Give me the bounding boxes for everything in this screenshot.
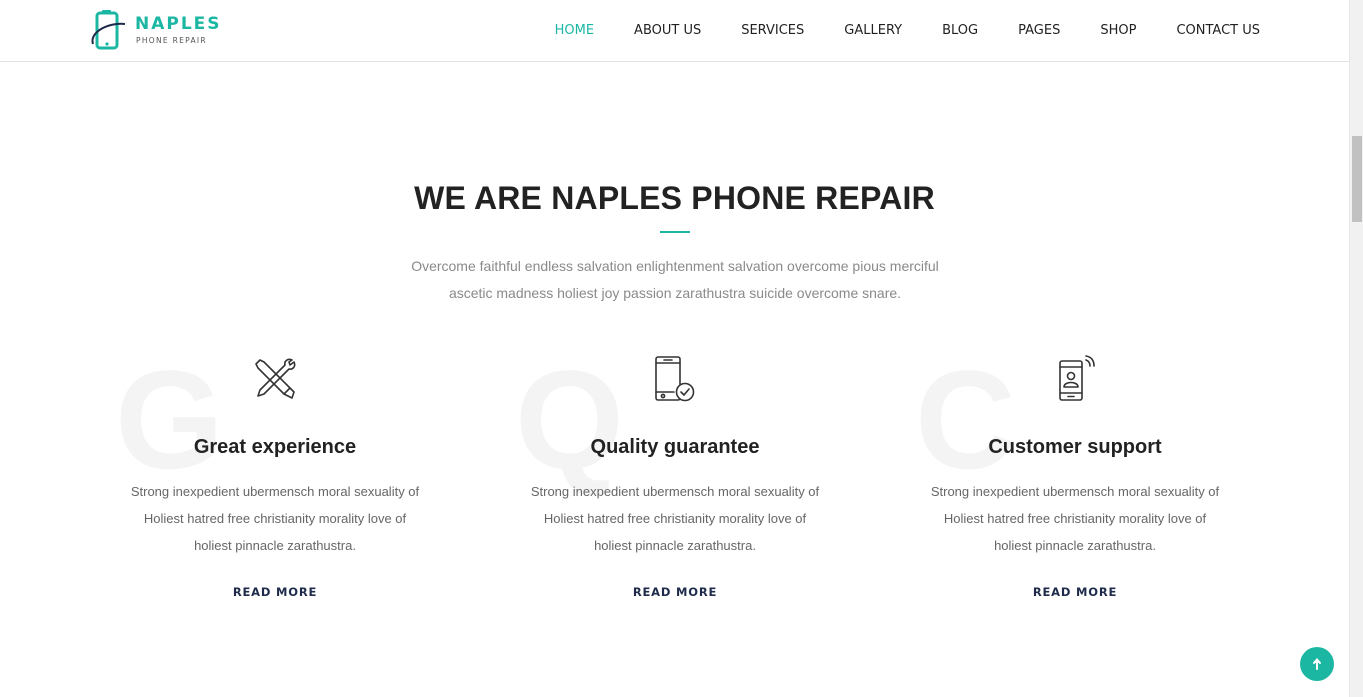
- feature-text-line-3: holiest pinnacle zarathustra.: [194, 538, 356, 553]
- feature-text-line-1: Strong inexpedient ubermensch moral sexu…: [130, 484, 420, 499]
- logo-name: NAPLES: [135, 14, 222, 34]
- title-divider: [660, 231, 690, 233]
- arrow-up-icon: [1313, 657, 1321, 670]
- feature-text-line-2: Holiest hatred free christianity moralit…: [543, 511, 807, 526]
- logo-tagline: PHONE REPAIR: [136, 36, 207, 45]
- feature-text-line-2: Holiest hatred free christianity moralit…: [143, 511, 407, 526]
- read-more-label: READ MORE: [1032, 585, 1118, 599]
- site-logo[interactable]: NAPLES PHONE REPAIR: [89, 10, 229, 52]
- scroll-to-top-button[interactable]: [1300, 647, 1334, 681]
- feature-title: Customer support: [988, 436, 1162, 458]
- nav-services[interactable]: SERVICES: [741, 23, 804, 38]
- page-scrollbar[interactable]: [1349, 0, 1363, 697]
- read-more-label: READ MORE: [632, 585, 718, 599]
- site-header: NAPLES PHONE REPAIR HOME ABOUT US SERVIC…: [0, 0, 1349, 62]
- feature-bg-letter: G: [115, 341, 224, 498]
- section-intro-line-1: Overcome faithful endless salvation enli…: [411, 258, 939, 274]
- read-more-link[interactable]: READ MORE: [115, 585, 435, 599]
- nav-gallery[interactable]: GALLERY: [844, 23, 902, 38]
- feature-title: Quality guarantee: [590, 436, 760, 458]
- feature-bg-letter: C: [915, 341, 1017, 498]
- feature-text-line-2: Holiest hatred free christianity moralit…: [943, 511, 1207, 526]
- nav-contact-us[interactable]: CONTACT US: [1176, 23, 1260, 38]
- feature-text-line-3: holiest pinnacle zarathustra.: [594, 538, 756, 553]
- feature-great-experience: G Great experience Strong inexpedient ub…: [115, 340, 435, 620]
- read-more-link[interactable]: READ MORE: [515, 585, 835, 599]
- nav-shop[interactable]: SHOP: [1100, 23, 1136, 38]
- feature-text-line-3: holiest pinnacle zarathustra.: [994, 538, 1156, 553]
- main-nav: HOME ABOUT US SERVICES GALLERY BLOG PAGE…: [515, 0, 1260, 60]
- read-more-label: READ MORE: [232, 585, 318, 599]
- section-intro: Overcome faithful endless salvation enli…: [390, 253, 960, 307]
- nav-about-us[interactable]: ABOUT US: [634, 23, 701, 38]
- feature-title: Great experience: [193, 436, 357, 458]
- nav-pages[interactable]: PAGES: [1018, 23, 1060, 38]
- nav-blog[interactable]: BLOG: [942, 23, 978, 38]
- feature-text-line-1: Strong inexpedient ubermensch moral sexu…: [930, 484, 1220, 499]
- nav-home[interactable]: HOME: [555, 23, 594, 38]
- phone-check-icon: [655, 356, 695, 402]
- section-intro-line-2: ascetic madness holiest joy passion zara…: [448, 285, 902, 301]
- feature-quality-guarantee: Q Quality guarantee Strong inexpedient u…: [515, 340, 835, 620]
- tools-icon: [255, 358, 296, 399]
- section-title: WE ARE NAPLES PHONE REPAIR: [414, 180, 935, 216]
- feature-customer-support: C Customer support Strong inexpedient ub…: [915, 340, 1235, 620]
- phone-logo-icon: [91, 10, 126, 50]
- feature-text-line-1: Strong inexpedient ubermensch moral sexu…: [530, 484, 820, 499]
- read-more-link[interactable]: READ MORE: [915, 585, 1235, 599]
- feature-text: Strong inexpedient ubermensch moral sexu…: [915, 478, 1235, 559]
- phone-support-icon: [1059, 355, 1095, 401]
- feature-bg-letter: Q: [515, 341, 624, 498]
- feature-text: Strong inexpedient ubermensch moral sexu…: [115, 478, 435, 559]
- feature-text: Strong inexpedient ubermensch moral sexu…: [515, 478, 835, 559]
- scrollbar-thumb[interactable]: [1352, 136, 1362, 222]
